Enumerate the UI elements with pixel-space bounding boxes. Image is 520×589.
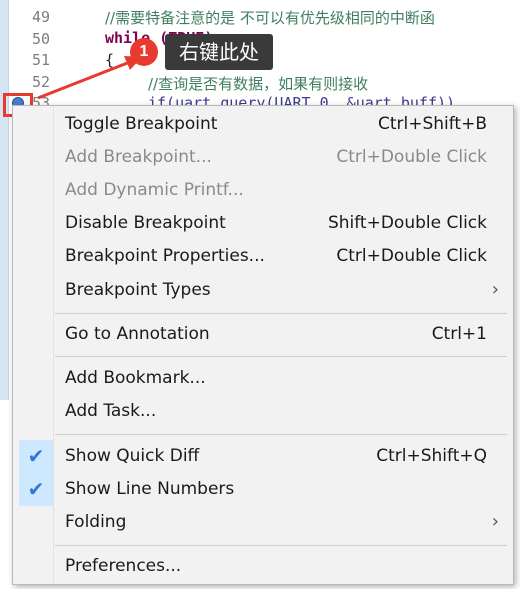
- menu-item-shortcut: Ctrl+Double Click: [336, 246, 487, 266]
- menu-item-shortcut: Ctrl+Shift+Q: [376, 446, 487, 466]
- menu-item-label: Breakpoint Types: [65, 280, 211, 300]
- code-line[interactable]: //需要特备注意的是 不可以有优先级相同的中断函: [105, 7, 435, 28]
- editor-gutter[interactable]: [0, 0, 9, 400]
- menu-item-label: Add Dynamic Printf...: [65, 180, 244, 200]
- menu-item-label: Folding: [65, 512, 127, 532]
- menu-item-label: Add Bookmark...: [65, 368, 206, 388]
- menu-item-toggle-breakpoint[interactable]: Toggle Breakpoint Ctrl+Shift+B: [13, 108, 513, 141]
- menu-separator: [55, 313, 507, 314]
- checkmark-icon: ✔: [19, 473, 53, 506]
- menu-item-label: Show Line Numbers: [65, 479, 235, 499]
- menu-item-label: Add Breakpoint...: [65, 147, 212, 167]
- submenu-arrow-icon: ›: [491, 279, 499, 300]
- checkmark-icon: ✔: [19, 440, 53, 473]
- menu-item-add-dynamic-printf: Add Dynamic Printf...: [13, 174, 513, 207]
- menu-item-show-quick-diff[interactable]: ✔ Show Quick Diff Ctrl+Shift+Q: [13, 440, 513, 473]
- menu-item-add-bookmark[interactable]: Add Bookmark...: [13, 362, 513, 395]
- menu-item-add-task[interactable]: Add Task...: [13, 395, 513, 428]
- menu-separator: [55, 434, 507, 435]
- step-badge: 1: [130, 38, 158, 66]
- menu-item-shortcut: Ctrl+Double Click: [336, 147, 487, 167]
- context-menu: Toggle Breakpoint Ctrl+Shift+B Add Break…: [12, 105, 514, 585]
- menu-item-label: Go to Annotation: [65, 324, 210, 344]
- menu-item-label: Preferences...: [65, 556, 182, 576]
- menu-item-disable-breakpoint[interactable]: Disable Breakpoint Shift+Double Click: [13, 207, 513, 240]
- menu-item-label: Breakpoint Properties...: [65, 246, 265, 266]
- menu-item-shortcut: Ctrl+1: [431, 324, 487, 344]
- menu-item-preferences[interactable]: Preferences...: [13, 550, 513, 583]
- code-line[interactable]: //查询是否有数据，如果有则接收: [148, 73, 368, 94]
- menu-item-shortcut: Shift+Double Click: [327, 213, 487, 233]
- menu-item-breakpoint-types[interactable]: Breakpoint Types ›: [13, 274, 513, 307]
- menu-item-go-to-annotation[interactable]: Go to Annotation Ctrl+1: [13, 318, 513, 351]
- submenu-arrow-icon: ›: [491, 511, 499, 532]
- menu-item-folding[interactable]: Folding ›: [13, 506, 513, 539]
- menu-item-shortcut: Ctrl+Shift+B: [377, 114, 487, 134]
- line-number: 49: [31, 8, 50, 26]
- menu-separator: [55, 356, 507, 357]
- instruction-tooltip: 右键此处: [165, 34, 273, 70]
- menu-item-show-line-numbers[interactable]: ✔ Show Line Numbers: [13, 473, 513, 506]
- menu-item-add-breakpoint: Add Breakpoint... Ctrl+Double Click: [13, 141, 513, 174]
- menu-item-breakpoint-properties[interactable]: Breakpoint Properties... Ctrl+Double Cli…: [13, 240, 513, 273]
- menu-separator: [55, 545, 507, 546]
- menu-item-label: Add Task...: [65, 401, 157, 421]
- menu-item-label: Show Quick Diff: [65, 446, 200, 466]
- menu-item-label: Disable Breakpoint: [65, 213, 226, 233]
- menu-item-label: Toggle Breakpoint: [65, 114, 218, 134]
